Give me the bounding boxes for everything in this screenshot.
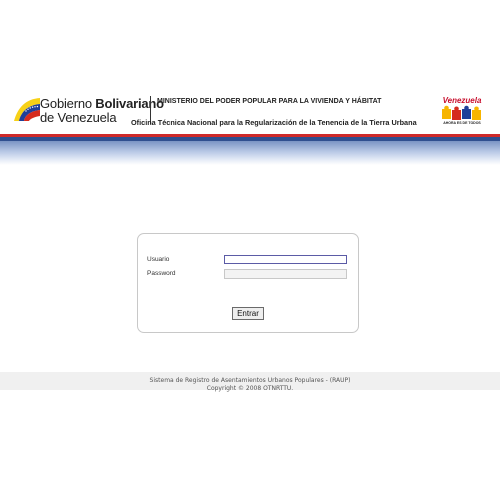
gov-name-word2: Bolivariano — [95, 96, 164, 111]
login-submit-button[interactable]: Entrar — [232, 307, 264, 320]
venezuela-logo-tagline: AHORA ES DE TODOS — [443, 121, 481, 125]
username-label: Usuario — [147, 256, 170, 263]
password-input[interactable] — [224, 269, 347, 279]
footer-copyright: Copyright © 2008 OTNRTTU. — [206, 385, 294, 392]
footer: Sistema de Registro de Asentamientos Urb… — [0, 372, 500, 392]
people-figures-icon — [442, 105, 481, 120]
office-title: Oficina Técnica Nacional para la Regular… — [131, 118, 417, 127]
gov-name-line1: Gobierno Bolivariano — [40, 96, 164, 111]
header-banner: Gobierno Bolivariano de Venezuela MINIST… — [0, 91, 500, 133]
username-input[interactable] — [224, 255, 347, 264]
header-stripe-gradient — [0, 141, 500, 165]
login-form: Usuario Password Entrar — [137, 233, 359, 333]
footer-system-name: Sistema de Registro de Asentamientos Urb… — [149, 377, 351, 384]
gov-name-line2: de Venezuela — [40, 110, 117, 125]
password-label: Password — [147, 270, 176, 277]
venezuela-flag-icon — [14, 98, 40, 121]
ministry-title: MINISTERIO DEL PODER POPULAR PARA LA VIV… — [157, 98, 382, 105]
venezuela-logo: Venezuela AHORA ES DE TODOS — [436, 96, 488, 128]
venezuela-logo-word: Venezuela — [442, 96, 482, 105]
page: Gobierno Bolivariano de Venezuela MINIST… — [0, 0, 500, 500]
gov-name-word1: Gobierno — [40, 96, 96, 111]
